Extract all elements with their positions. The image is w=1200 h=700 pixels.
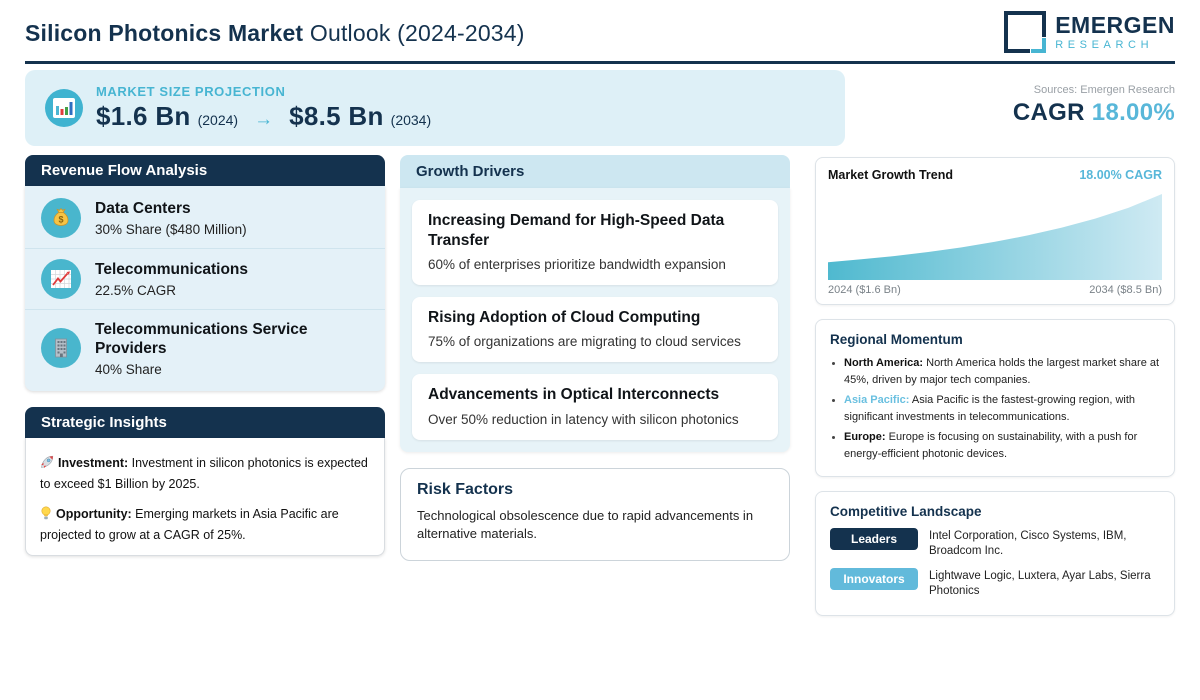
list-item: Leaders Intel Corporation, Cisco Systems… [830,528,1160,559]
revenue-item-detail: 30% Share ($480 Million) [95,221,247,237]
innovators-companies: Lightwave Logic, Luxtera, Ayar Labs, Sie… [929,570,1151,598]
logo-square-icon [1004,11,1047,53]
start-value: $1.6 Bn [96,101,191,131]
bar-chart-icon [45,89,83,127]
strategic-insights-panel: Strategic Insights Investment: Investmen… [25,406,385,557]
revenue-item-title: Telecommunications [95,261,249,279]
revenue-flow-panel: Revenue Flow Analysis $ Data Centers 30%… [25,155,385,391]
revenue-item-detail: 22.5% CAGR [95,282,177,298]
list-item: Telecommunications Service Providers 40%… [25,309,385,387]
rocket-icon [40,455,54,475]
insight-label: Investment: [58,455,129,470]
logo-text: EMERGEN RESEARCH [1055,11,1175,51]
competitive-landscape-card: Competitive Landscape Leaders Intel Corp… [815,491,1175,617]
innovators-badge: Innovators [830,568,918,591]
list-item: Europe: Europe is focusing on sustainabi… [844,429,1160,463]
header-divider [25,61,1175,64]
growth-driver-detail: 75% of organizations are migrating to cl… [428,334,741,350]
insight-item: Investment: Investment in silicon photon… [40,454,370,495]
start-year: (2024) [197,112,239,128]
insight-label: Opportunity: [56,506,132,521]
projection-values: $1.6 Bn (2024) → $8.5 Bn (2034) [96,101,431,132]
sources-text: Sources: Emergen Research [1033,84,1175,96]
growth-driver-card: Rising Adoption of Cloud Computing 75% o… [412,297,778,363]
trend-cagr-annotation: 18.00% CAGR [1079,168,1162,182]
list-item: North America: North America holds the l… [844,355,1160,389]
page-title-rest: Outlook (2024-2034) [303,20,525,46]
competitive-landscape-title: Competitive Landscape [830,504,982,520]
right-column: Market Growth Trend 18.00% CAGR 2024 ($1… [815,157,1175,617]
projection-text: MARKET SIZE PROJECTION $1.6 Bn (2024) → … [96,84,431,132]
growth-driver-detail: Over 50% reduction in latency with silic… [428,411,739,427]
trend-xlabel-right: 2034 ($8.5 Bn) [1089,284,1162,296]
region-label: North America: [844,357,924,369]
region-text: Europe is focusing on sustainability, wi… [844,431,1138,461]
money-bag-icon: $ [41,198,81,238]
cagr-line: CAGR 18.00% [1013,99,1175,127]
market-growth-trend-card: Market Growth Trend 18.00% CAGR 2024 ($1… [815,157,1175,305]
revenue-flow-header: Revenue Flow Analysis [25,155,385,186]
revenue-item-title: Data Centers [95,200,191,218]
growth-drivers-header: Growth Drivers [400,155,790,188]
middle-column: Growth Drivers Increasing Demand for Hig… [400,155,790,562]
logo-line2: RESEARCH [1055,38,1154,51]
regional-momentum-title: Regional Momentum [830,332,963,347]
growth-driver-card: Advancements in Optical Interconnects Ov… [412,374,778,440]
list-item: Telecommunications 22.5% CAGR [25,248,385,309]
revenue-flow-body: $ Data Centers 30% Share ($480 Million) [25,186,385,391]
projection-label: MARKET SIZE PROJECTION [96,84,286,99]
revenue-item-detail: 40% Share [95,361,162,377]
growth-driver-card: Increasing Demand for High-Speed Data Tr… [412,200,778,286]
trend-xlabel-left: 2024 ($1.6 Bn) [828,284,901,296]
region-label: Asia Pacific: [844,394,910,407]
growth-drivers-body: Increasing Demand for High-Speed Data Tr… [400,188,790,452]
leaders-badge: Leaders [830,528,918,551]
end-year: (2034) [390,112,432,128]
leaders-companies: Intel Corporation, Cisco Systems, IBM, B… [929,530,1127,558]
chart-increasing-icon [41,259,81,299]
cagr-label: CAGR [1012,99,1085,126]
growth-drivers-panel: Growth Drivers Increasing Demand for Hig… [400,155,790,452]
logo-line1: EMERGEN [1055,11,1175,38]
arrow-right-icon: → [254,109,274,130]
growth-driver-detail: 60% of enterprises prioritize bandwidth … [428,257,726,273]
growth-driver-title: Advancements in Optical Interconnects [428,386,720,404]
revenue-item-title: Telecommunications Service Providers [95,321,308,358]
left-column: Revenue Flow Analysis $ Data Centers 30%… [25,155,385,557]
strategic-insights-body: Investment: Investment in silicon photon… [25,437,385,557]
market-size-projection-banner: MARKET SIZE PROJECTION $1.6 Bn (2024) → … [25,70,845,146]
strategic-insights-header: Strategic Insights [25,406,385,438]
trend-title: Market Growth Trend [828,168,954,182]
list-item: $ Data Centers 30% Share ($480 Million) [25,188,385,248]
regional-momentum-card: Regional Momentum North America: North A… [815,319,1175,478]
insight-item: Opportunity: Emerging markets in Asia Pa… [40,505,370,546]
trend-area-svg [828,194,1162,280]
trend-area-shape [828,194,1162,280]
cagr-value: 18.00% [1091,99,1175,126]
region-label: Europe: [844,431,886,444]
risk-factors-title: Risk Factors [417,480,514,498]
regional-momentum-list: North America: North America holds the l… [830,355,1160,463]
page-title: Silicon Photonics Market Outlook (2024-2… [25,20,525,47]
page-title-bold: Silicon Photonics Market [25,20,304,46]
risk-factors-card: Risk Factors Technological obsolescence … [400,467,790,562]
growth-driver-title: Rising Adoption of Cloud Computing [428,309,701,327]
lightbulb-icon [40,506,52,526]
list-item: Asia Pacific: Asia Pacific is the fastes… [844,392,1160,426]
svg-text:$: $ [58,215,63,225]
end-value: $8.5 Bn [289,101,384,131]
emergen-research-logo: EMERGEN RESEARCH [1004,11,1175,53]
office-building-icon [41,328,81,369]
sources-cagr-block: Sources: Emergen Research CAGR 18.00% [1013,84,1175,127]
growth-driver-title: Increasing Demand for High-Speed Data Tr… [428,212,725,250]
risk-factors-text: Technological obsolescence due to rapid … [417,507,754,542]
list-item: Innovators Lightwave Logic, Luxtera, Aya… [830,568,1160,599]
